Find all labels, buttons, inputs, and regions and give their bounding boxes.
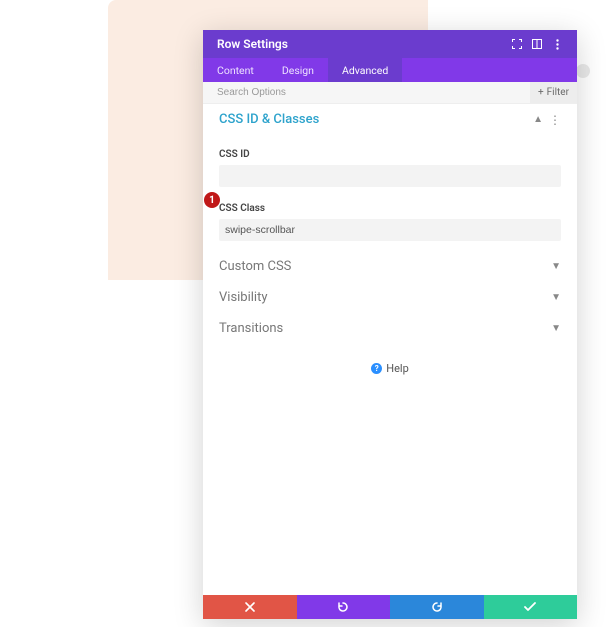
redo-icon <box>431 601 443 613</box>
modal-titlebar: Row Settings <box>203 30 577 58</box>
help-icon: ? <box>371 363 382 374</box>
section-css-id-classes[interactable]: CSS ID & Classes ▲ ⋮ <box>203 104 577 135</box>
undo-button[interactable] <box>297 595 391 619</box>
annotation-marker-1: 1 <box>204 192 220 208</box>
chevron-up-icon: ▲ <box>533 114 543 125</box>
expand-button[interactable] <box>507 34 527 54</box>
section-title: Transitions <box>219 321 551 336</box>
chevron-down-icon: ▼ <box>551 292 561 303</box>
tab-advanced[interactable]: Advanced <box>328 58 402 82</box>
modal-footer <box>203 595 577 619</box>
save-button[interactable] <box>484 595 578 619</box>
tabs: Content Design Advanced <box>203 58 577 82</box>
expand-icon <box>512 39 522 49</box>
chevron-down-icon: ▼ <box>551 323 561 334</box>
more-vert-icon <box>556 39 559 50</box>
css-class-label: CSS Class <box>219 203 561 214</box>
search-input[interactable] <box>203 87 530 98</box>
more-button[interactable] <box>547 34 567 54</box>
snap-icon <box>532 39 542 49</box>
section-more-button[interactable]: ⋮ <box>549 113 561 127</box>
help-label: Help <box>386 362 409 375</box>
section-title: Custom CSS <box>219 259 551 274</box>
background-handle <box>576 64 590 78</box>
modal-title: Row Settings <box>217 37 507 51</box>
help-link[interactable]: ? Help <box>203 362 577 375</box>
search-row: + Filter <box>203 82 577 104</box>
tab-content[interactable]: Content <box>203 58 268 82</box>
css-class-input[interactable] <box>219 219 561 241</box>
section-visibility[interactable]: Visibility ▼ <box>203 282 577 313</box>
filter-button[interactable]: + Filter <box>530 82 577 103</box>
snap-button[interactable] <box>527 34 547 54</box>
modal-body-spacer <box>203 385 577 595</box>
plus-icon: + <box>538 87 544 98</box>
tab-design[interactable]: Design <box>268 58 328 82</box>
undo-icon <box>337 601 349 613</box>
check-icon <box>524 602 536 612</box>
section-title: CSS ID & Classes <box>219 112 533 127</box>
close-icon <box>245 602 255 612</box>
section-title: Visibility <box>219 290 551 305</box>
css-panel: CSS ID CSS Class <box>203 135 577 245</box>
section-transitions[interactable]: Transitions ▼ <box>203 313 577 344</box>
cancel-button[interactable] <box>203 595 297 619</box>
filter-label: Filter <box>547 87 569 98</box>
section-custom-css[interactable]: Custom CSS ▼ <box>203 251 577 282</box>
row-settings-modal: Row Settings Content Design Advanced <box>203 30 577 619</box>
css-id-label: CSS ID <box>219 149 561 160</box>
css-id-input[interactable] <box>219 165 561 187</box>
redo-button[interactable] <box>390 595 484 619</box>
chevron-down-icon: ▼ <box>551 261 561 272</box>
